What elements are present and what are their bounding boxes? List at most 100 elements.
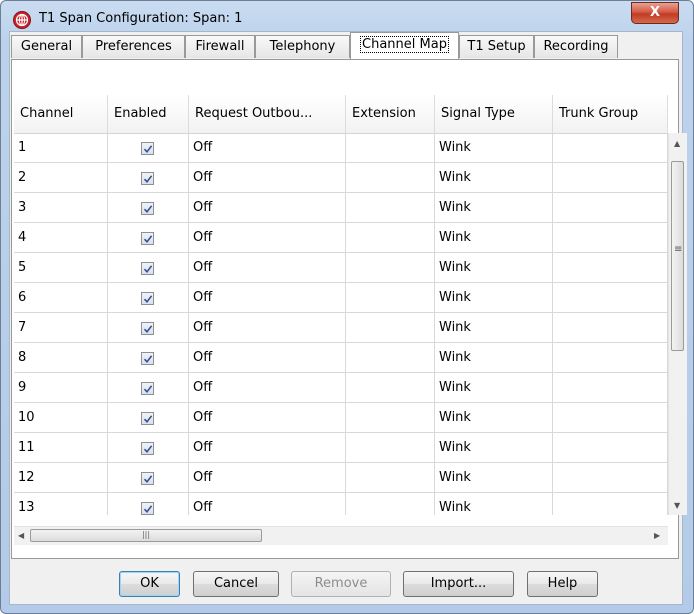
cell-trunk-group[interactable] (553, 343, 668, 373)
cell-signal-type[interactable]: Wink (435, 223, 553, 253)
column-header-trunk-group[interactable]: Trunk Group (553, 95, 668, 133)
cell-extension[interactable] (346, 403, 435, 433)
cell-enabled[interactable] (108, 193, 189, 223)
enabled-checkbox[interactable] (141, 142, 154, 155)
cell-enabled[interactable] (108, 223, 189, 253)
cell-enabled[interactable] (108, 463, 189, 493)
cell-extension[interactable] (346, 493, 435, 515)
cell-channel[interactable]: 2 (14, 163, 108, 193)
enabled-checkbox[interactable] (141, 382, 154, 395)
cell-signal-type[interactable]: Wink (435, 253, 553, 283)
cell-enabled[interactable] (108, 133, 189, 163)
cell-trunk-group[interactable] (553, 433, 668, 463)
table-row[interactable]: 11 Off Wink (14, 433, 668, 463)
vertical-scroll-thumb[interactable]: ≡ (671, 161, 684, 351)
tab-channel-map[interactable]: Channel Map (350, 32, 459, 59)
enabled-checkbox[interactable] (141, 322, 154, 335)
cell-request-outbound[interactable]: Off (189, 493, 346, 515)
cell-enabled[interactable] (108, 493, 189, 515)
cell-channel[interactable]: 1 (14, 133, 108, 163)
enabled-checkbox[interactable] (141, 262, 154, 275)
vertical-scrollbar[interactable]: ▲ ≡ ▼ (668, 133, 687, 515)
cell-channel[interactable]: 11 (14, 433, 108, 463)
cell-extension[interactable] (346, 343, 435, 373)
table-row[interactable]: 1 Off Wink (14, 133, 668, 163)
cell-extension[interactable] (346, 433, 435, 463)
cell-channel[interactable]: 7 (14, 313, 108, 343)
tab-firewall[interactable]: Firewall (185, 35, 255, 58)
cell-trunk-group[interactable] (553, 283, 668, 313)
cell-channel[interactable]: 3 (14, 193, 108, 223)
enabled-checkbox[interactable] (141, 442, 154, 455)
cell-enabled[interactable] (108, 283, 189, 313)
cell-extension[interactable] (346, 223, 435, 253)
table-row[interactable]: 7 Off Wink (14, 313, 668, 343)
table-row[interactable]: 3 Off Wink (14, 193, 668, 223)
cancel-button[interactable]: Cancel (193, 571, 279, 597)
table-row[interactable]: 4 Off Wink (14, 223, 668, 253)
enabled-checkbox[interactable] (141, 172, 154, 185)
cell-request-outbound[interactable]: Off (189, 313, 346, 343)
cell-enabled[interactable] (108, 313, 189, 343)
cell-channel[interactable]: 12 (14, 463, 108, 493)
column-header-channel[interactable]: Channel (14, 95, 108, 133)
column-header-request-outbound[interactable]: Request Outbou... (189, 95, 346, 133)
cell-trunk-group[interactable] (553, 373, 668, 403)
cell-trunk-group[interactable] (553, 313, 668, 343)
cell-signal-type[interactable]: Wink (435, 493, 553, 515)
cell-signal-type[interactable]: Wink (435, 463, 553, 493)
tab-t1-setup[interactable]: T1 Setup (459, 35, 534, 58)
cell-request-outbound[interactable]: Off (189, 343, 346, 373)
cell-request-outbound[interactable]: Off (189, 463, 346, 493)
cell-trunk-group[interactable] (553, 493, 668, 515)
cell-channel[interactable]: 6 (14, 283, 108, 313)
cell-enabled[interactable] (108, 343, 189, 373)
table-row[interactable]: 9 Off Wink (14, 373, 668, 403)
tab-recording[interactable]: Recording (534, 35, 618, 58)
arrow-left-icon[interactable]: ◀ (18, 531, 24, 540)
cell-request-outbound[interactable]: Off (189, 433, 346, 463)
cell-request-outbound[interactable]: Off (189, 223, 346, 253)
cell-trunk-group[interactable] (553, 223, 668, 253)
cell-trunk-group[interactable] (553, 193, 668, 223)
enabled-checkbox[interactable] (141, 232, 154, 245)
cell-channel[interactable]: 8 (14, 343, 108, 373)
cell-signal-type[interactable]: Wink (435, 133, 553, 163)
cell-signal-type[interactable]: Wink (435, 313, 553, 343)
column-header-signal-type[interactable]: Signal Type (435, 95, 553, 133)
tab-general[interactable]: General (11, 35, 82, 58)
cell-extension[interactable] (346, 463, 435, 493)
ok-button[interactable]: OK (119, 571, 180, 597)
enabled-checkbox[interactable] (141, 352, 154, 365)
remove-button[interactable]: Remove (291, 571, 391, 597)
cell-enabled[interactable] (108, 403, 189, 433)
cell-signal-type[interactable]: Wink (435, 343, 553, 373)
arrow-up-icon[interactable]: ▲ (674, 139, 680, 148)
tab-preferences[interactable]: Preferences (82, 35, 185, 58)
table-row[interactable]: 10 Off Wink (14, 403, 668, 433)
cell-request-outbound[interactable]: Off (189, 373, 346, 403)
table-row[interactable]: 6 Off Wink (14, 283, 668, 313)
table-row[interactable]: 12 Off Wink (14, 463, 668, 493)
cell-enabled[interactable] (108, 373, 189, 403)
table-row[interactable]: 8 Off Wink (14, 343, 668, 373)
cell-signal-type[interactable]: Wink (435, 403, 553, 433)
cell-extension[interactable] (346, 163, 435, 193)
close-button[interactable]: X (631, 2, 679, 24)
horizontal-scrollbar[interactable]: ◀ ||| ▶ (14, 526, 668, 545)
table-row[interactable]: 13 Off Wink (14, 493, 668, 515)
enabled-checkbox[interactable] (141, 292, 154, 305)
cell-extension[interactable] (346, 193, 435, 223)
enabled-checkbox[interactable] (141, 472, 154, 485)
cell-enabled[interactable] (108, 253, 189, 283)
cell-signal-type[interactable]: Wink (435, 193, 553, 223)
table-row[interactable]: 2 Off Wink (14, 163, 668, 193)
cell-request-outbound[interactable]: Off (189, 133, 346, 163)
cell-enabled[interactable] (108, 163, 189, 193)
cell-extension[interactable] (346, 253, 435, 283)
cell-channel[interactable]: 4 (14, 223, 108, 253)
cell-channel[interactable]: 13 (14, 493, 108, 515)
tab-telephony[interactable]: Telephony (255, 35, 350, 58)
cell-trunk-group[interactable] (553, 403, 668, 433)
enabled-checkbox[interactable] (141, 502, 154, 515)
